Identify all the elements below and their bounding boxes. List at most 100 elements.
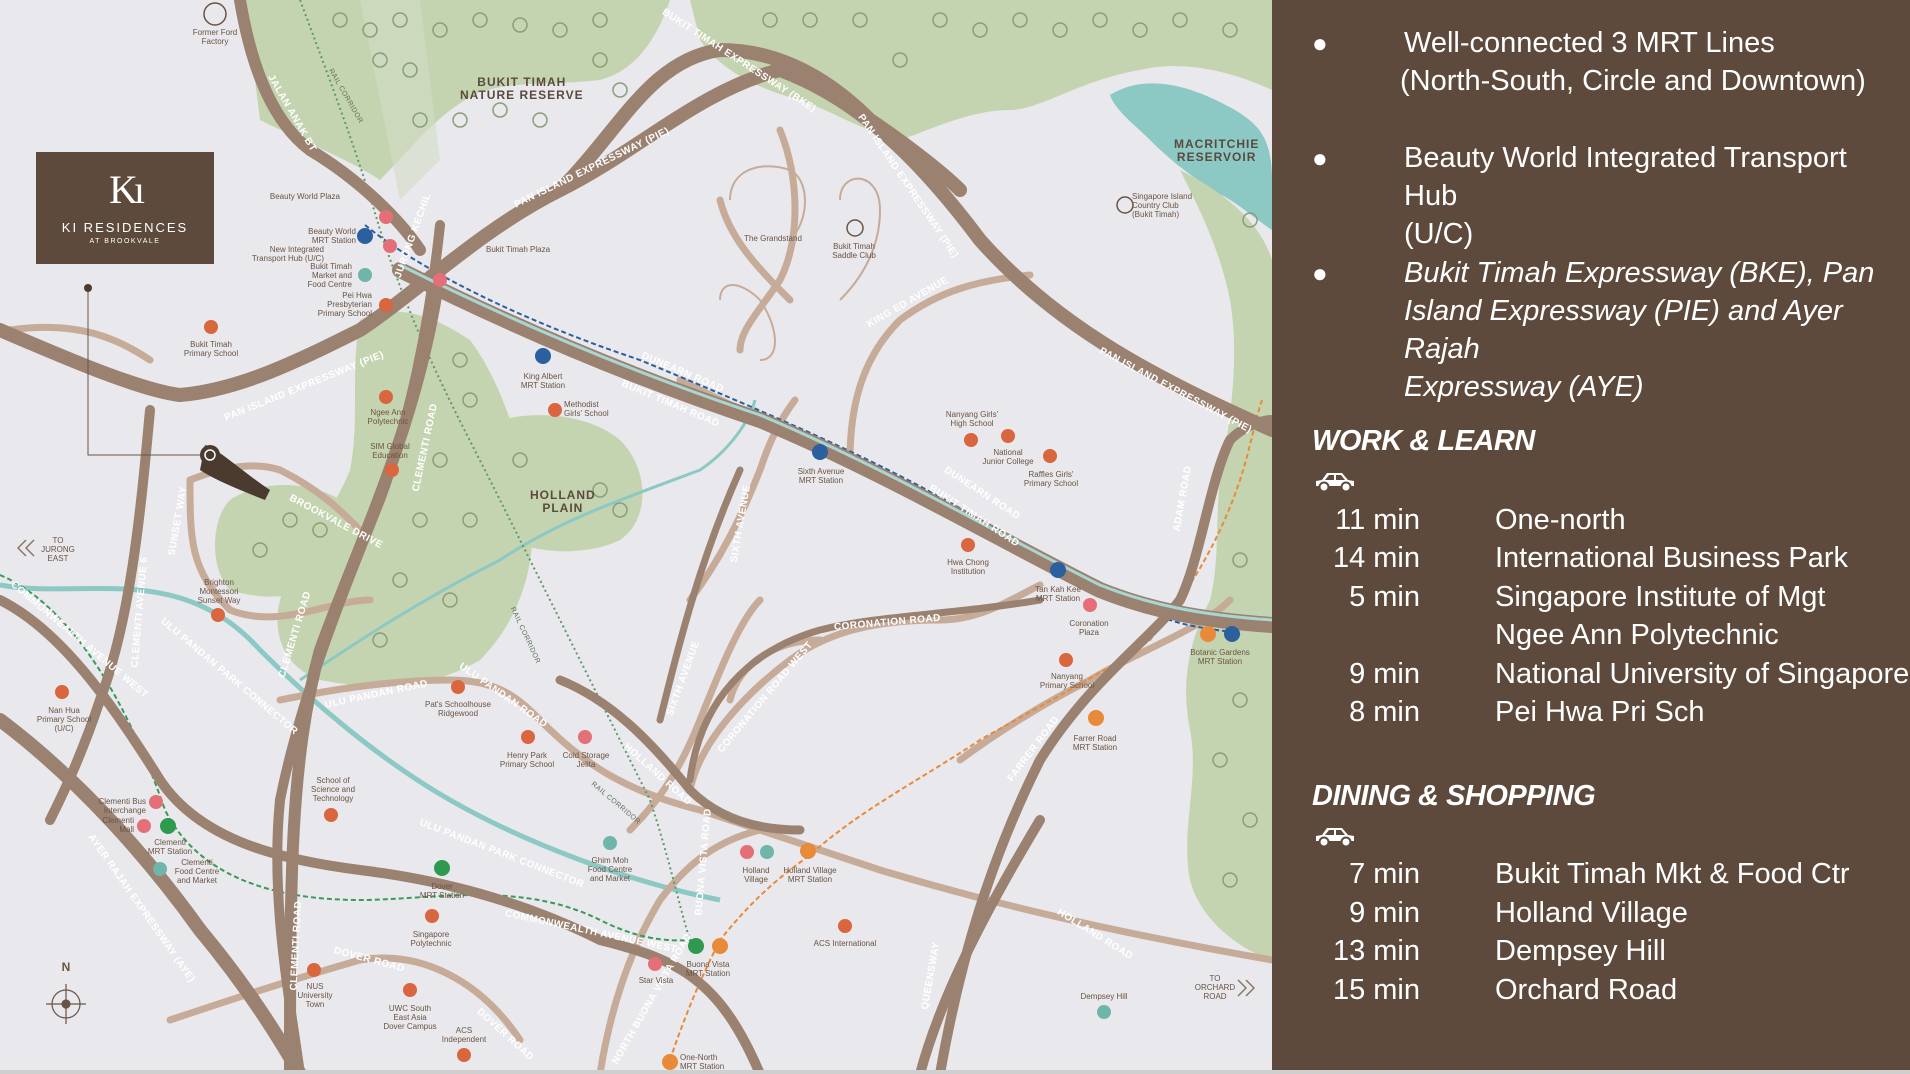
section-title-work-learn: WORK & LEARN [1312, 425, 1535, 457]
label-uwc-south-east-asia: UWC South East Asia Dover Campus [383, 1004, 437, 1031]
travel-time: 8 min [1349, 696, 1420, 728]
bottom-edge [0, 1070, 1910, 1074]
label-nan-hua-primary: Nan Hua Primary School (U/C) [36, 706, 92, 733]
travel-time: 5 min [1349, 581, 1420, 613]
label-dempsey-hill: Dempsey Hill [1080, 992, 1128, 1001]
buona-vista-ccl-marker [712, 938, 728, 954]
bullet-expressway-line-1: Bukit Timah Expressway (BKE), Pan [1404, 257, 1875, 289]
bullet-hub-line-1: Beauty World Integrated Transport Hub [1404, 142, 1847, 212]
label-acs-international: ACS International [813, 939, 877, 948]
label-king-albert-mrt: King Albert MRT Station [520, 372, 566, 390]
dining-shopping-row: 13 min Dempsey Hill [1312, 932, 1892, 970]
label-nanyang-primary: Nanyang Primary School [1039, 672, 1095, 690]
destination: Dempsey Hill [1495, 935, 1666, 967]
destination: One-north [1495, 504, 1626, 536]
holland-village-mrt-marker [800, 843, 816, 859]
label-ngee-ann-poly: Ngee Ann Polytechnic [367, 408, 409, 426]
label-nus-university-town: NUS University Town [297, 982, 333, 1009]
one-north-mrt-marker [662, 1054, 678, 1070]
car-icon [1316, 828, 1354, 848]
bullet-hub-line-2: (U/C) [1404, 218, 1474, 250]
sixth-avenue-mrt-marker [812, 444, 828, 460]
label-holland-village-mrt: Holland Village MRT Station [783, 866, 837, 884]
bullet-dot: ● [1312, 143, 1328, 173]
label-clementi-mrt: Clementi MRT Station [147, 838, 193, 856]
location-map: BUKIT TIMAH NATURE RESERVE MACRITCHIE RE… [0, 0, 1272, 1074]
label-brighton-montessori: Brighton Montessori Sunset Way [197, 578, 241, 605]
label-acs-independent: ACS Independent [441, 1026, 487, 1044]
label-pei-hwa-presbyterian: Pei Hwa Presbyterian Primary School [317, 291, 372, 318]
label-cold-storage-jelita: Cold Storage Jelita [562, 751, 610, 769]
destination: Holland Village [1495, 897, 1688, 929]
label-sixth-avenue-mrt: Sixth Avenue MRT Station [797, 467, 845, 485]
label-macritchie-reservoir: MACRITCHIE RESERVOIR [1174, 137, 1260, 164]
label-star-vista: Star Vista [638, 976, 674, 985]
label-hwa-chong: Hwa Chong Institution [947, 558, 989, 576]
label-clementi-mall: Clementi Mall [102, 816, 134, 834]
beauty-world-mrt-marker [357, 228, 373, 244]
destination: National University of Singapore [1495, 658, 1910, 690]
work-learn-row: 8 min Pei Hwa Pri Sch [1312, 693, 1892, 731]
bullet-dot: ● [1312, 258, 1328, 288]
label-dover-mrt: Dover MRT Station [419, 882, 465, 900]
bullet-mrt-line-2: (North-South, Circle and Downtown) [1400, 65, 1866, 97]
label-national-junior-college: National Junior College [982, 448, 1034, 466]
dining-shopping-row: 15 min Orchard Road [1312, 971, 1892, 1009]
botanic-gardens-mrt-ccl-marker [1200, 626, 1216, 642]
dining-shopping-row: 9 min Holland Village [1312, 894, 1892, 932]
work-learn-row: Ngee Ann Polytechnic [1312, 616, 1892, 654]
label-nanyang-girls: Nanyang Girls' High School [945, 410, 999, 428]
destination: Bukit Timah Mkt & Food Ctr [1495, 858, 1850, 890]
label-tan-kah-kee-mrt: Tan Kah Kee MRT Station [1035, 585, 1081, 603]
label-henry-park-primary: Henry Park Primary School [499, 751, 555, 769]
holland-plain-green [487, 415, 643, 552]
label-farrer-road-mrt: Farrer Road MRT Station [1072, 734, 1118, 752]
label-to-orchard-road: TO ORCHARD ROAD [1194, 974, 1236, 1001]
label-clementi-bus-interchange: Clementi Bus Interchange [98, 797, 146, 815]
label-bukit-timah-saddle-club: Bukit Timah Saddle Club [832, 242, 876, 260]
farrer-road-mrt-marker [1088, 710, 1104, 726]
travel-time: 13 min [1332, 935, 1420, 967]
brand-subtitle: AT BROOKVALE [89, 238, 161, 245]
label-clementi-food-centre: Clementi Food Centre and Market [174, 858, 220, 885]
brand-name: KI RESIDENCES [61, 220, 189, 235]
label-singapore-island-country-club: Singapore Island Country Club (Bukit Tim… [1132, 192, 1193, 219]
destination: Ngee Ann Polytechnic [1495, 619, 1779, 651]
label-to-jurong-east: TO JURONG EAST [41, 536, 75, 563]
brand-mark: Kı [109, 167, 145, 212]
destination: Pei Hwa Pri Sch [1495, 696, 1705, 728]
work-learn-row: 9 min National University of Singapore [1312, 655, 1909, 693]
bullet-mrt-line-1: Well-connected 3 MRT Lines [1404, 27, 1775, 59]
travel-time: 11 min [1335, 504, 1420, 536]
travel-time: 9 min [1349, 897, 1420, 929]
ki-residences-logo: Kı KI RESIDENCES AT BROOKVALE [36, 152, 214, 264]
travel-time: 7 min [1349, 858, 1420, 890]
info-panel: ● Well-connected 3 MRT Lines (North-Sout… [1272, 0, 1910, 1074]
label-methodist-girls: Methodist Girls' School [564, 400, 609, 418]
botanic-gardens-mrt-dtl-marker [1224, 626, 1240, 642]
label-coronation-plaza: Coronation Plaza [1069, 619, 1109, 637]
travel-time: 9 min [1349, 658, 1420, 690]
label-sim-global: SIM Global Education [370, 442, 410, 460]
work-learn-row: 11 min One-north [1312, 501, 1892, 539]
destination: International Business Park [1495, 542, 1849, 574]
section-title-dining-shopping: DINING & SHOPPING [1312, 780, 1596, 812]
dining-shopping-row: 7 min Bukit Timah Mkt & Food Ctr [1312, 855, 1892, 893]
label-holland-village: Holland Village [742, 866, 770, 884]
label-one-north-mrt: One-North MRT Station [680, 1053, 725, 1071]
label-pats-schoolhouse: Pat's Schoolhouse Ridgewood [424, 700, 491, 718]
bullet-expressway-line-3: Expressway (AYE) [1404, 371, 1644, 403]
label-school-of-science: School of Science and Technology [310, 776, 356, 803]
label-beauty-world-mrt: Beauty World MRT Station [308, 227, 356, 245]
saddle-club-marker [846, 219, 864, 237]
label-holland-plain: HOLLAND PLAIN [530, 488, 596, 515]
country-club-marker [1116, 196, 1134, 214]
travel-time: 15 min [1332, 974, 1420, 1006]
label-raffles-girls: Raffles Girls' Primary School [1023, 470, 1079, 488]
label-buona-vista-mrt: Buona Vista MRT Station [685, 960, 731, 978]
label-beauty-world-plaza: Beauty World Plaza [269, 192, 340, 201]
tan-kah-kee-mrt-marker [1050, 562, 1066, 578]
travel-time: 14 min [1332, 542, 1420, 574]
label-ghim-moh: Ghim Moh Food Centre and Market [587, 856, 633, 883]
label-botanic-gardens-mrt: Botanic Gardens MRT Station [1190, 648, 1250, 666]
